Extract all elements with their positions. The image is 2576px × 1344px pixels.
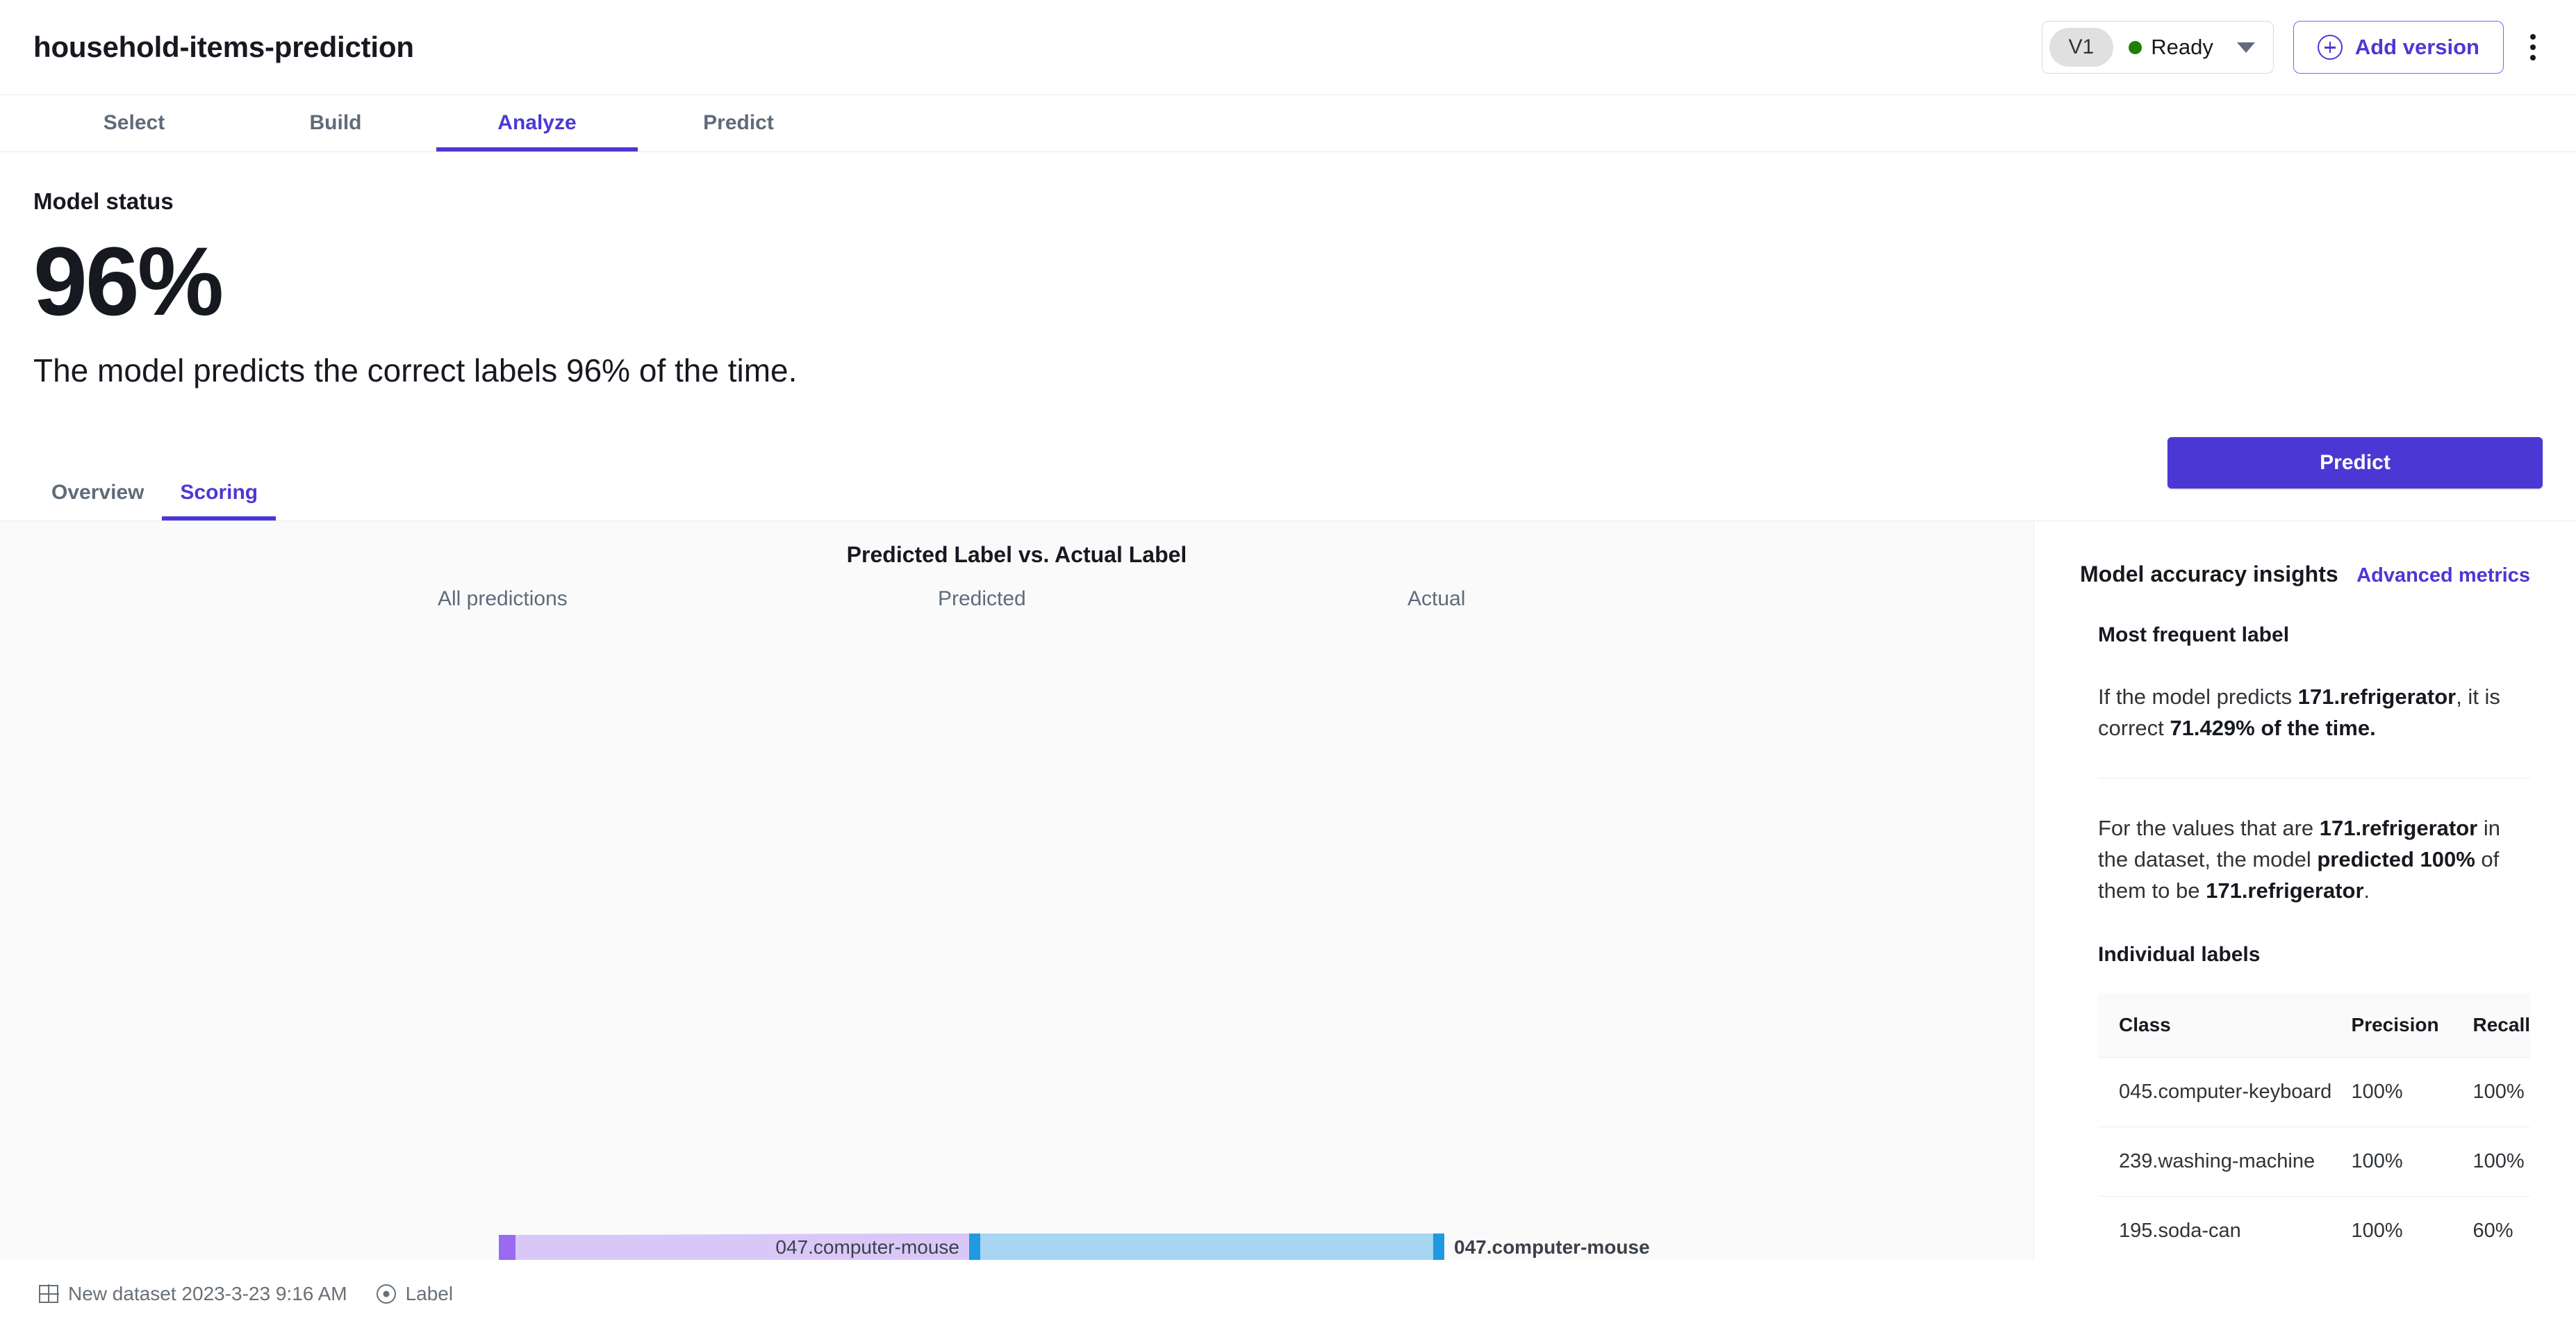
table-row: 195.soda-can 100% 60% bbox=[2098, 1196, 2530, 1261]
header-actions: V1 Ready Add version bbox=[2041, 21, 2543, 74]
advanced-metrics-link[interactable]: Advanced metrics bbox=[2356, 564, 2530, 587]
tab-scoring[interactable]: Scoring bbox=[162, 466, 276, 521]
table-row: 239.washing-machine 100% 100% bbox=[2098, 1126, 2530, 1197]
sankey-link-correct-0[interactable] bbox=[980, 1234, 1433, 1261]
version-selector[interactable]: V1 Ready bbox=[2041, 21, 2274, 74]
add-version-button[interactable]: Add version bbox=[2293, 21, 2504, 74]
sankey-node-predicted-0[interactable] bbox=[969, 1234, 980, 1261]
cell-recall: 100% bbox=[2472, 1126, 2530, 1197]
status-dot-icon bbox=[2129, 40, 2142, 54]
more-options-icon[interactable] bbox=[2523, 26, 2543, 69]
cell-recall: 60% bbox=[2472, 1196, 2530, 1261]
insights-title: Model accuracy insights bbox=[2080, 562, 2338, 587]
individual-labels-heading: Individual labels bbox=[2098, 942, 2261, 966]
tab-analyze[interactable]: Analyze bbox=[436, 95, 638, 151]
chevron-down-icon[interactable] bbox=[2236, 42, 2255, 53]
individual-labels-table: Class Precision Recall 045.computer-keyb… bbox=[2098, 992, 2530, 1261]
column-header-recall: Recall bbox=[2472, 992, 2530, 1058]
accuracy-percentage: 96% bbox=[33, 227, 224, 336]
tab-predict[interactable]: Predict bbox=[638, 95, 839, 151]
cell-precision: 100% bbox=[2351, 1196, 2473, 1261]
insights-header: Model accuracy insights Advanced metrics bbox=[2080, 562, 2530, 587]
top-header-bar: household-items-prediction V1 Ready Add … bbox=[0, 0, 2576, 95]
p2-text4: . bbox=[2363, 878, 2370, 903]
dataset-label: New dataset 2023-3-23 9:16 AM bbox=[68, 1282, 347, 1304]
cell-precision: 100% bbox=[2351, 1126, 2473, 1197]
insight-paragraph-precision: If the model predicts 171.refrigerator, … bbox=[2098, 682, 2530, 744]
column-header-class: Class bbox=[2098, 992, 2352, 1058]
sankey-node-actual-0[interactable] bbox=[1433, 1234, 1444, 1261]
page-title: household-items-prediction bbox=[33, 31, 414, 63]
column-header-precision: Precision bbox=[2351, 992, 2473, 1058]
cell-precision: 100% bbox=[2351, 1057, 2473, 1127]
status-label: Ready bbox=[2151, 35, 2213, 59]
table-header: Class Precision Recall bbox=[2098, 992, 2530, 1058]
insight-paragraph-recall: For the values that are 171.refrigerator… bbox=[2098, 813, 2530, 907]
content-area: Predicted Label vs. Actual Label All pre… bbox=[0, 521, 2576, 1261]
p2-bold1: 171.refrigerator bbox=[2319, 816, 2478, 841]
grid-table-icon bbox=[38, 1284, 59, 1304]
sankey-chart-panel: Predicted Label vs. Actual Label All pre… bbox=[0, 521, 2034, 1261]
add-version-label: Add version bbox=[2354, 35, 2479, 59]
label-info[interactable]: Label bbox=[376, 1282, 454, 1305]
version-chip: V1 bbox=[2049, 28, 2114, 67]
p2-text1: For the values that are bbox=[2098, 816, 2320, 841]
main-tab-bar: Select Build Analyze Predict bbox=[0, 95, 2576, 152]
most-frequent-label-heading: Most frequent label bbox=[2098, 623, 2290, 647]
target-icon bbox=[376, 1284, 396, 1304]
model-accuracy-insights-panel: Model accuracy insights Advanced metrics… bbox=[2034, 521, 2576, 1261]
bottom-status-bar: New dataset 2023-3-23 9:16 AM Label bbox=[0, 1260, 2576, 1327]
sankey-diagram bbox=[499, 1234, 1444, 1261]
predict-button[interactable]: Predict bbox=[2168, 437, 2543, 489]
cell-class: 045.computer-keyboard bbox=[2098, 1057, 2352, 1127]
cell-class: 195.soda-can bbox=[2098, 1196, 2352, 1261]
p1-bold1: 171.refrigerator bbox=[2297, 685, 2457, 710]
label-label: Label bbox=[405, 1282, 454, 1304]
status-badge: Ready bbox=[2129, 35, 2213, 60]
model-status-label: Model status bbox=[33, 188, 174, 214]
p2-bold2: predicted 100% bbox=[2317, 847, 2475, 871]
cell-recall: 100% bbox=[2472, 1057, 2530, 1127]
dataset-info[interactable]: New dataset 2023-3-23 9:16 AM bbox=[38, 1282, 347, 1305]
sankey-actual-label-0: 047.computer-mouse bbox=[1454, 1236, 1650, 1258]
table-header-row: Class Precision Recall bbox=[2098, 992, 2530, 1058]
tab-overview[interactable]: Overview bbox=[33, 466, 162, 521]
table-body: 045.computer-keyboard 100% 100% 239.washing… bbox=[2098, 1057, 2530, 1261]
insights-body: Most frequent label If the model predict… bbox=[2080, 623, 2530, 1261]
table-row: 045.computer-keyboard 100% 100% bbox=[2098, 1057, 2530, 1127]
tab-build[interactable]: Build bbox=[235, 95, 436, 151]
tab-select[interactable]: Select bbox=[33, 95, 235, 151]
sankey-predicted-label-0: 047.computer-mouse bbox=[775, 1236, 959, 1258]
p1-bold2: 71.429% of the time. bbox=[2170, 716, 2376, 741]
p1-text1: If the model predicts bbox=[2098, 685, 2298, 710]
cell-class: 239.washing-machine bbox=[2098, 1126, 2352, 1197]
accuracy-description: The model predicts the correct labels 96… bbox=[33, 352, 798, 389]
p2-bold3: 171.refrigerator bbox=[2206, 878, 2364, 903]
model-status-section: Model status 96% The model predicts the … bbox=[0, 152, 2576, 489]
plus-circle-icon bbox=[2317, 35, 2343, 60]
